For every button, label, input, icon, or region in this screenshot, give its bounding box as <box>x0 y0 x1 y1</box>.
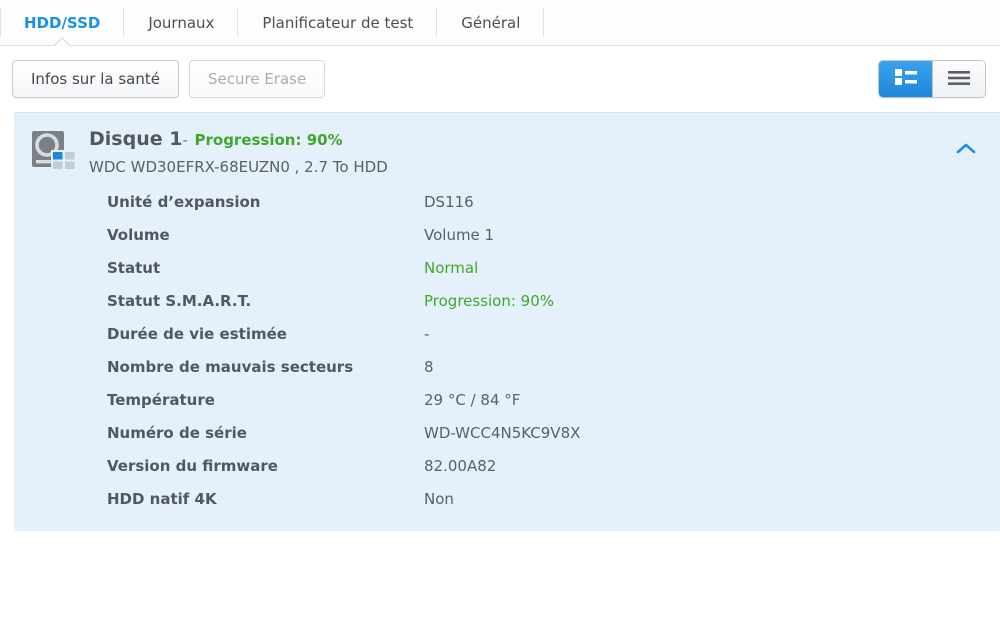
hdd-ssd-manager: HDD/SSD Journaux Planificateur de test G… <box>0 0 1000 622</box>
table-row: Nombre de mauvais secteurs 8 <box>14 358 1000 391</box>
health-info-button[interactable]: Infos sur la santé <box>12 60 179 98</box>
toolbar: Infos sur la santé Secure Erase <box>0 46 1000 112</box>
row-label: Statut <box>107 259 161 277</box>
row-value: WD-WCC4N5KC9V8X <box>424 424 581 442</box>
tab-label: HDD/SSD <box>24 13 101 32</box>
table-row: HDD natif 4K Non <box>14 490 1000 523</box>
view-mode-toggle <box>878 60 986 98</box>
secure-erase-label: Secure Erase <box>207 70 307 88</box>
tab-bar-filler <box>544 0 1000 45</box>
disk-title-block: Disque 1- Progression: 90% WDC WD30EFRX-… <box>89 127 388 177</box>
row-label: Volume <box>107 226 170 244</box>
detail-view-icon <box>894 69 917 89</box>
row-label: Unité d’expansion <box>107 193 261 211</box>
tab-bar: HDD/SSD Journaux Planificateur de test G… <box>0 0 1000 47</box>
active-tab-notch <box>53 37 72 47</box>
row-label: Nombre de mauvais secteurs <box>107 358 354 376</box>
disk-panel: Disque 1- Progression: 90% WDC WD30EFRX-… <box>14 112 1000 531</box>
row-label: Température <box>107 391 215 409</box>
table-row: Unité d’expansion DS116 <box>14 193 1000 226</box>
hard-disk-icon <box>32 131 76 169</box>
row-label: Statut S.M.A.R.T. <box>107 292 252 310</box>
table-row: Statut Normal <box>14 259 1000 292</box>
table-row: Durée de vie estimée - <box>14 325 1000 358</box>
health-info-label: Infos sur la santé <box>31 70 160 88</box>
row-value: - <box>424 325 430 343</box>
chevron-up-icon <box>956 140 976 159</box>
table-row: Température 29 °C / 84 °F <box>14 391 1000 424</box>
row-label: Version du firmware <box>107 457 278 475</box>
row-value: Progression: 90% <box>424 292 555 310</box>
disk-details-list: Unité d’expansion DS116 Volume Volume 1 … <box>14 193 1000 523</box>
row-value: DS116 <box>424 193 474 211</box>
disk-panel-header[interactable]: Disque 1- Progression: 90% WDC WD30EFRX-… <box>14 113 1000 177</box>
disk-title: Disque 1 <box>89 128 183 150</box>
disk-progress-badge: Progression: 90% <box>194 131 343 149</box>
table-row: Volume Volume 1 <box>14 226 1000 259</box>
row-value: Non <box>424 490 454 508</box>
tab-label: Journaux <box>148 13 215 32</box>
row-label: Numéro de série <box>107 424 247 442</box>
tab-general[interactable]: Général <box>437 0 545 45</box>
tab-hdd-ssd[interactable]: HDD/SSD <box>0 0 125 47</box>
table-row: Statut S.M.A.R.T. Progression: 90% <box>14 292 1000 325</box>
detail-view-button[interactable] <box>879 61 932 97</box>
table-row: Numéro de série WD-WCC4N5KC9V8X <box>14 424 1000 457</box>
tab-label: Planificateur de test <box>262 13 414 32</box>
table-row: Version du firmware 82.00A82 <box>14 457 1000 490</box>
disk-title-line: Disque 1- Progression: 90% <box>89 127 388 152</box>
row-label: Durée de vie estimée <box>107 325 287 343</box>
row-label: HDD natif 4K <box>107 490 217 508</box>
disk-title-separator: - <box>182 131 188 149</box>
disk-model: WDC WD30EFRX-68EUZN0 , 2.7 To HDD <box>89 158 388 176</box>
tab-label: Général <box>461 13 521 32</box>
row-value: 8 <box>424 358 434 376</box>
row-value: 29 °C / 84 °F <box>424 391 521 409</box>
list-view-icon <box>948 70 970 89</box>
row-value: Normal <box>424 259 479 277</box>
tab-planificateur-de-test[interactable]: Planificateur de test <box>238 0 438 45</box>
list-view-button[interactable] <box>932 61 985 97</box>
row-value: Volume 1 <box>424 226 495 244</box>
secure-erase-button[interactable]: Secure Erase <box>188 60 326 98</box>
collapse-panel-button[interactable] <box>954 137 978 161</box>
tab-journaux[interactable]: Journaux <box>124 0 239 45</box>
row-value: 82.00A82 <box>424 457 497 475</box>
